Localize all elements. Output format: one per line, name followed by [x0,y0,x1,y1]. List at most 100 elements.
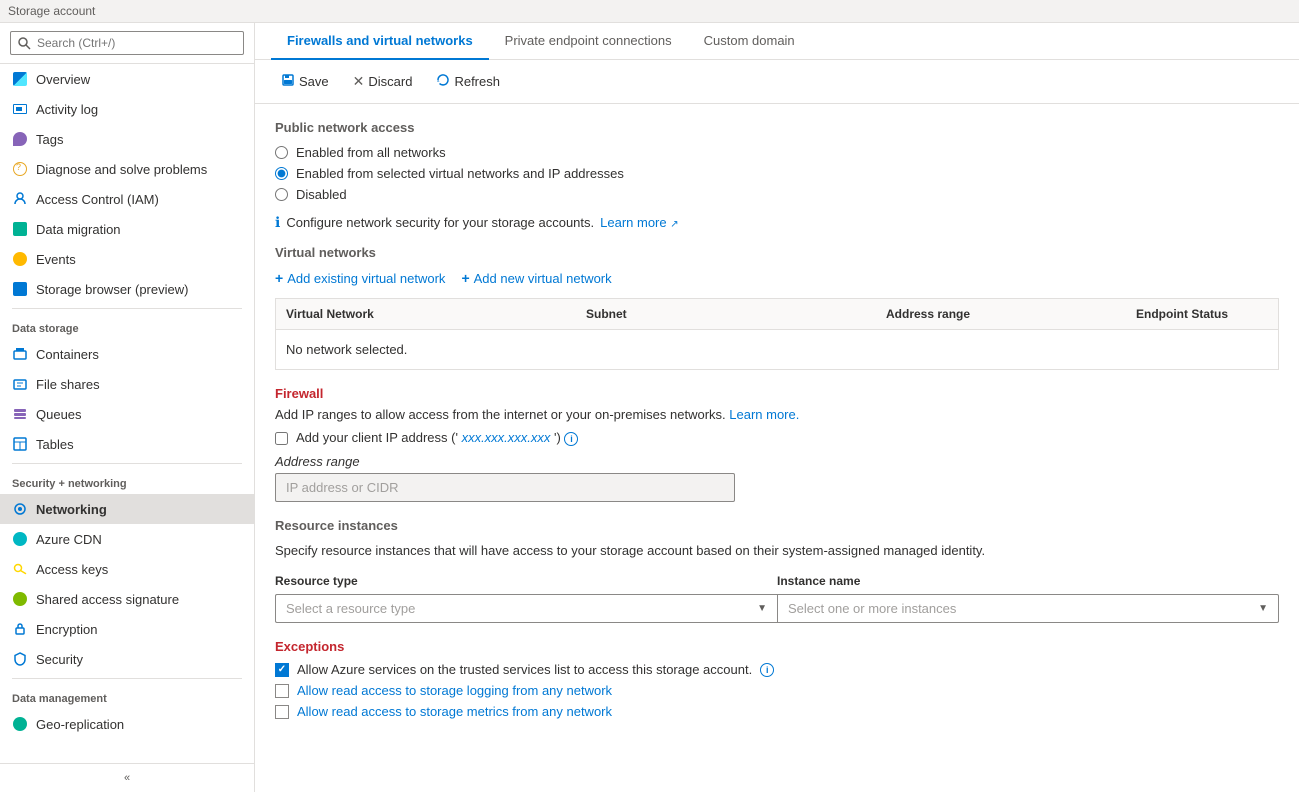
resource-type-chevron: ▼ [757,603,767,614]
client-ip-info-icon[interactable]: i [564,432,578,446]
radio-all-networks-input[interactable] [275,146,288,159]
read-metrics-link[interactable]: Allow read access to storage metrics fro… [297,704,612,719]
radio-selected-networks-label[interactable]: Enabled from selected virtual networks a… [296,166,624,181]
sidebar-item-containers[interactable]: Containers [0,339,254,369]
events-icon [12,251,28,267]
section-security-networking: Security + networking [0,468,254,494]
sidebar-item-label: Tables [36,437,74,452]
fileshares-icon [12,376,28,392]
sidebar-item-label: File shares [36,377,100,392]
col-endpoint-status: Endpoint Status [1126,299,1278,329]
section-data-storage: Data storage [0,313,254,339]
resource-instances-section: Resource instances Specify resource inst… [275,518,1279,623]
exception-read-logging: Allow read access to storage logging fro… [275,683,1279,698]
vnet-table: Virtual Network Subnet Address range End… [275,298,1279,370]
sidebar-item-tables[interactable]: Tables [0,429,254,459]
configure-text: Configure network security for your stor… [286,215,594,230]
sidebar-item-shared-access[interactable]: Shared access signature [0,584,254,614]
security-icon [12,651,28,667]
trusted-services-checkbox[interactable] [275,663,289,677]
sidebar-item-label: Tags [36,132,63,147]
resource-type-column: Resource type Select a resource type ▼ [275,568,777,623]
firewall-description: Add IP ranges to allow access from the i… [275,407,1279,422]
vnet-section-title: Virtual networks [275,245,1279,260]
diagnose-icon [12,161,28,177]
tab-custom-domain[interactable]: Custom domain [688,23,811,60]
trusted-services-label: Allow Azure services on the trusted serv… [297,662,752,677]
cdn-icon [12,531,28,547]
sidebar-item-events[interactable]: Events [0,244,254,274]
sidebar-item-networking[interactable]: Networking [0,494,254,524]
vnet-actions: + Add existing virtual network + Add new… [275,270,1279,286]
learn-more-link[interactable]: Learn more ↗ [600,215,679,230]
radio-disabled-input[interactable] [275,188,288,201]
sidebar-item-label: Data migration [36,222,121,237]
sidebar-item-activity-log[interactable]: Activity log [0,94,254,124]
address-range-input[interactable] [275,473,735,502]
instance-name-dropdown[interactable]: Select one or more instances ▼ [777,594,1279,623]
client-ip-checkbox[interactable] [275,432,288,445]
sidebar-item-queues[interactable]: Queues [0,399,254,429]
address-range-label: Address range [275,454,1279,469]
queues-icon [12,406,28,422]
discard-button[interactable]: ✕ Discard [343,68,423,95]
info-row: ℹ Configure network security for your st… [275,214,1279,231]
add-new-vnet-button[interactable]: + Add new virtual network [461,270,611,286]
sidebar-item-label: Diagnose and solve problems [36,162,207,177]
read-logging-checkbox[interactable] [275,684,289,698]
tab-private-endpoint[interactable]: Private endpoint connections [489,23,688,60]
sidebar-item-label: Storage browser (preview) [36,282,188,297]
radio-selected-networks-input[interactable] [275,167,288,180]
add-existing-vnet-button[interactable]: + Add existing virtual network [275,270,445,286]
save-button[interactable]: Save [271,68,339,95]
sidebar-item-overview[interactable]: Overview [0,64,254,94]
refresh-icon [436,73,450,90]
divider-2 [12,463,242,464]
read-metrics-label: Allow read access to storage metrics fro… [297,704,612,719]
instance-name-header: Instance name [777,568,1279,594]
refresh-label: Refresh [454,74,500,89]
read-metrics-checkbox[interactable] [275,705,289,719]
sidebar-item-access-keys[interactable]: Access keys [0,554,254,584]
section-data-management: Data management [0,683,254,709]
firewall-section: Firewall Add IP ranges to allow access f… [275,386,1279,502]
sidebar-item-label: Azure CDN [36,532,102,547]
resource-type-header: Resource type [275,568,777,594]
trusted-services-info-icon[interactable]: i [760,663,774,677]
sidebar-item-storage-browser[interactable]: Storage browser (preview) [0,274,254,304]
discard-icon: ✕ [353,73,365,90]
public-network-title: Public network access [275,120,1279,135]
col-address-range: Address range [876,299,1126,329]
add-existing-label: Add existing virtual network [287,271,445,286]
radio-all-networks-label[interactable]: Enabled from all networks [296,145,446,160]
sidebar-item-tags[interactable]: Tags [0,124,254,154]
sidebar-item-geo-replication[interactable]: Geo-replication [0,709,254,739]
sidebar-item-label: Encryption [36,622,97,637]
resource-instances-title: Resource instances [275,518,1279,533]
sidebar-item-label: Activity log [36,102,98,117]
collapse-button[interactable]: « [0,763,254,792]
info-circle-icon: ℹ [275,214,280,231]
tag-icon [12,131,28,147]
plus-icon-new: + [461,270,469,286]
read-logging-link[interactable]: Allow read access to storage logging fro… [297,683,612,698]
sidebar-scroll-area: Overview Activity log Tags Diagnose and … [0,64,254,763]
sidebar-item-data-migration[interactable]: Data migration [0,214,254,244]
plus-icon-existing: + [275,270,283,286]
sidebar-item-security[interactable]: Security [0,644,254,674]
search-input[interactable] [10,31,244,55]
resource-instances-description: Specify resource instances that will hav… [275,543,1279,558]
sidebar-item-encryption[interactable]: Encryption [0,614,254,644]
sidebar-item-file-shares[interactable]: File shares [0,369,254,399]
radio-all-networks: Enabled from all networks [275,145,1279,160]
sidebar-item-diagnose[interactable]: Diagnose and solve problems [0,154,254,184]
sidebar-item-azure-cdn[interactable]: Azure CDN [0,524,254,554]
refresh-button[interactable]: Refresh [426,68,510,95]
sidebar-item-access-control[interactable]: Access Control (IAM) [0,184,254,214]
resource-type-dropdown[interactable]: Select a resource type ▼ [275,594,777,623]
tab-firewalls[interactable]: Firewalls and virtual networks [271,23,489,60]
geo-icon [12,716,28,732]
log-icon [12,101,28,117]
firewall-learn-more-link[interactable]: Learn more. [729,407,799,422]
radio-disabled-label[interactable]: Disabled [296,187,347,202]
